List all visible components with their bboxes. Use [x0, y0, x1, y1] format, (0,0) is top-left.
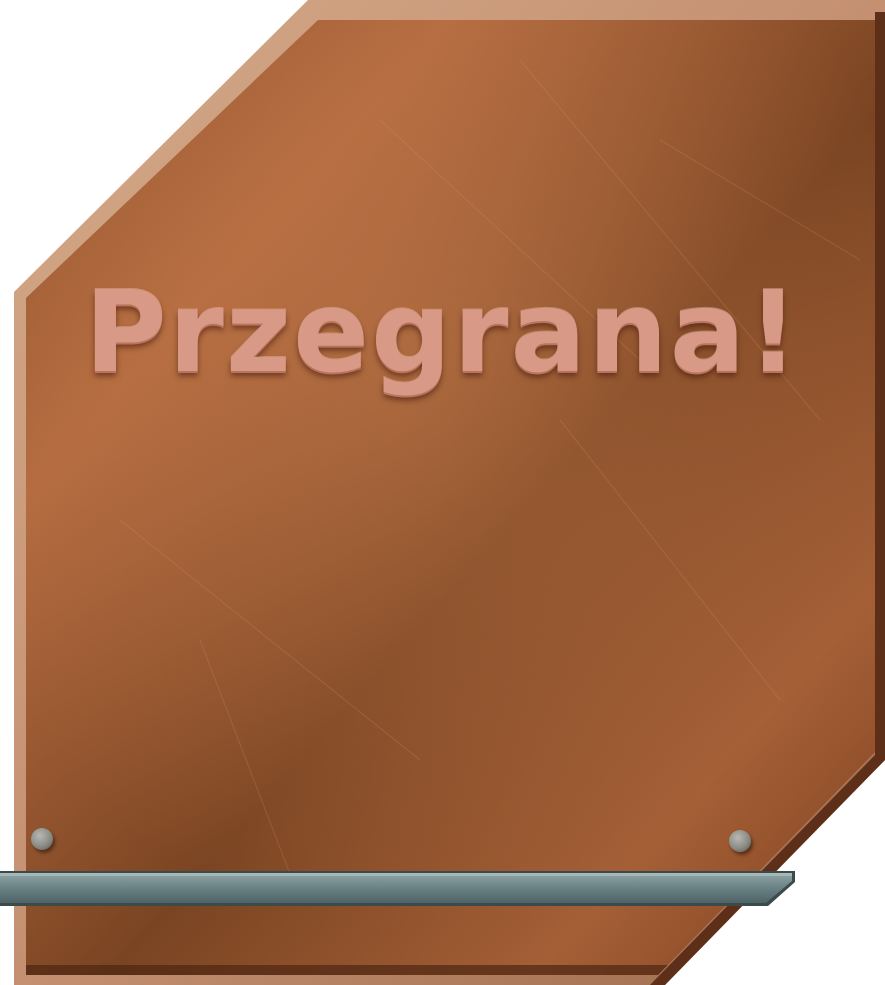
- copper-panel: [14, 0, 885, 985]
- defeat-screen: Przegrana!: [0, 0, 885, 985]
- rivet-left-icon: [31, 828, 53, 850]
- defeat-title: Przegrana!: [84, 268, 801, 398]
- rivet-right-icon: [729, 830, 751, 852]
- metal-shelf-bar: [0, 871, 795, 906]
